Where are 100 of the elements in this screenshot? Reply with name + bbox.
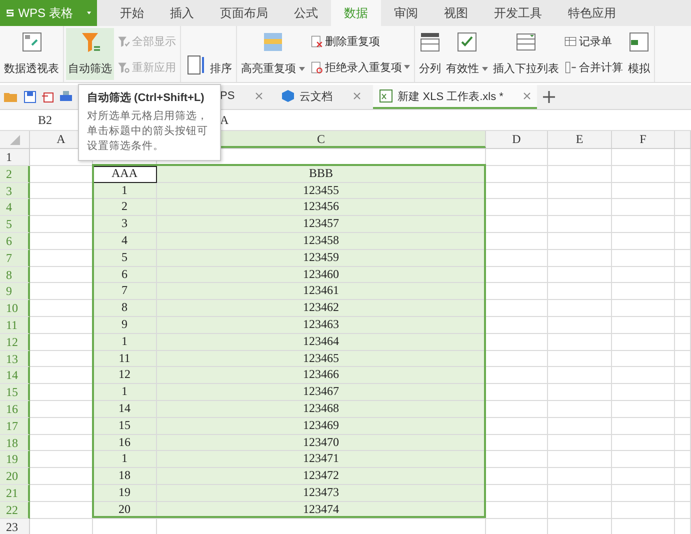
table-cell bbox=[486, 334, 548, 351]
table-cell: 1 bbox=[93, 182, 157, 200]
column-header[interactable]: D bbox=[486, 131, 548, 148]
table-cell bbox=[548, 384, 612, 401]
table-cell bbox=[548, 182, 612, 200]
table-cell: 7 bbox=[93, 283, 157, 300]
split-columns-icon bbox=[419, 31, 441, 53]
document-tab[interactable]: PS bbox=[214, 85, 269, 109]
ribbon-button[interactable]: 自动筛选 bbox=[66, 28, 114, 80]
table-cell bbox=[675, 182, 691, 200]
document-tab[interactable]: 云文档 bbox=[274, 85, 367, 109]
table-cell: 123464 bbox=[157, 334, 486, 351]
spreadsheet-file-icon bbox=[378, 89, 393, 103]
table-cell bbox=[612, 518, 675, 534]
ribbon-button[interactable]: 数据透视表 bbox=[2, 28, 61, 80]
ribbon-tab[interactable]: 页面布局 bbox=[207, 0, 281, 26]
table-cell bbox=[675, 266, 691, 284]
table-cell: 4 bbox=[93, 232, 157, 250]
ribbon-tab[interactable]: 开始 bbox=[107, 0, 157, 26]
row-header[interactable]: 1 bbox=[0, 149, 30, 166]
table-cell bbox=[612, 300, 675, 317]
table-cell bbox=[548, 334, 612, 351]
table-cell bbox=[486, 350, 548, 368]
sort-button[interactable]: 排序 bbox=[183, 28, 234, 80]
table-cell bbox=[612, 367, 675, 384]
ribbon-button[interactable]: 模拟 bbox=[626, 28, 652, 80]
table-cell bbox=[675, 400, 691, 418]
ribbon-tab[interactable]: 公式 bbox=[281, 0, 331, 26]
table-cell bbox=[612, 334, 675, 351]
ribbon-button[interactable]: 记录单 bbox=[562, 32, 625, 50]
dropdown-list-icon bbox=[515, 31, 537, 53]
table-cell: 2 bbox=[93, 199, 157, 216]
ribbon-button[interactable]: 合并计算 bbox=[562, 58, 625, 76]
table-cell bbox=[548, 199, 612, 216]
filter-icon bbox=[79, 31, 101, 53]
table-cell bbox=[675, 502, 691, 519]
column-header[interactable]: F bbox=[612, 131, 675, 148]
table-cell bbox=[548, 484, 612, 502]
row-header[interactable]: 23 bbox=[0, 518, 30, 534]
table-cell bbox=[675, 484, 691, 502]
ribbon-button[interactable]: 分列 bbox=[417, 28, 443, 80]
validation-icon bbox=[456, 31, 478, 53]
table-cell bbox=[612, 182, 675, 200]
ribbon-button[interactable]: 插入下拉列表 bbox=[491, 28, 561, 80]
add-tab-icon[interactable] bbox=[543, 91, 556, 103]
ribbon-tab[interactable]: 审阅 bbox=[381, 0, 431, 26]
table-cell: 123465 bbox=[157, 350, 486, 368]
column-header[interactable]: E bbox=[548, 131, 612, 148]
table-cell: AAA bbox=[93, 166, 157, 183]
app-name: WPS 表格 bbox=[18, 4, 73, 22]
ribbon-button[interactable]: 删除重复项 bbox=[308, 32, 412, 50]
document-tab[interactable]: 新建 XLS 工作表.xls * bbox=[372, 85, 538, 109]
table-cell: 9 bbox=[93, 316, 157, 334]
export-icon[interactable] bbox=[42, 91, 54, 103]
formula-content[interactable]: A bbox=[220, 113, 229, 128]
pivot-table-icon bbox=[20, 31, 42, 53]
app-logo-icon bbox=[6, 7, 14, 19]
merge-calc-icon bbox=[564, 60, 577, 74]
table-cell bbox=[486, 468, 548, 485]
table-cell bbox=[486, 434, 548, 452]
table-cell: 123468 bbox=[157, 400, 486, 418]
ribbon-tab[interactable]: 视图 bbox=[431, 0, 481, 26]
table-cell bbox=[548, 518, 612, 534]
table-cell: 123463 bbox=[157, 316, 486, 334]
folder-icon[interactable] bbox=[4, 91, 18, 103]
ribbon-tab[interactable]: 插入 bbox=[157, 0, 207, 26]
table-cell bbox=[486, 182, 548, 200]
table-cell: 8 bbox=[93, 300, 157, 317]
table-cell bbox=[486, 384, 548, 401]
table-cell bbox=[675, 166, 691, 183]
ribbon-button[interactable]: 高亮重复项 bbox=[239, 28, 307, 80]
close-icon[interactable] bbox=[352, 92, 361, 100]
print-icon[interactable] bbox=[60, 91, 72, 103]
ribbon-tab[interactable]: 特色应用 bbox=[555, 0, 629, 26]
table-cell bbox=[548, 316, 612, 334]
ribbon-button[interactable]: 拒绝录入重复项 bbox=[308, 58, 412, 76]
save-icon[interactable] bbox=[24, 91, 36, 103]
table-cell: 1 bbox=[93, 384, 157, 401]
ribbon-button[interactable]: 有效性 bbox=[444, 28, 490, 80]
select-all-corner-icon[interactable] bbox=[10, 135, 20, 145]
reject-duplicates-icon bbox=[310, 60, 323, 74]
table-cell bbox=[486, 300, 548, 317]
table-cell bbox=[612, 484, 675, 502]
table-cell bbox=[30, 434, 93, 452]
table-cell: 123471 bbox=[157, 451, 486, 468]
table-cell bbox=[548, 216, 612, 233]
close-icon[interactable] bbox=[523, 92, 532, 100]
table-cell bbox=[93, 518, 157, 534]
table-cell bbox=[612, 434, 675, 452]
table-cell bbox=[548, 418, 612, 435]
table-cell: 123459 bbox=[157, 250, 486, 267]
filter-icon bbox=[117, 60, 130, 74]
table-cell: 1 bbox=[93, 334, 157, 351]
table-cell: 14 bbox=[93, 400, 157, 418]
close-icon[interactable] bbox=[254, 92, 263, 100]
table-cell bbox=[486, 232, 548, 250]
table-cell bbox=[486, 283, 548, 300]
table-cell bbox=[612, 350, 675, 368]
ribbon-tab[interactable]: 开发工具 bbox=[481, 0, 555, 26]
table-cell: 123460 bbox=[157, 266, 486, 284]
